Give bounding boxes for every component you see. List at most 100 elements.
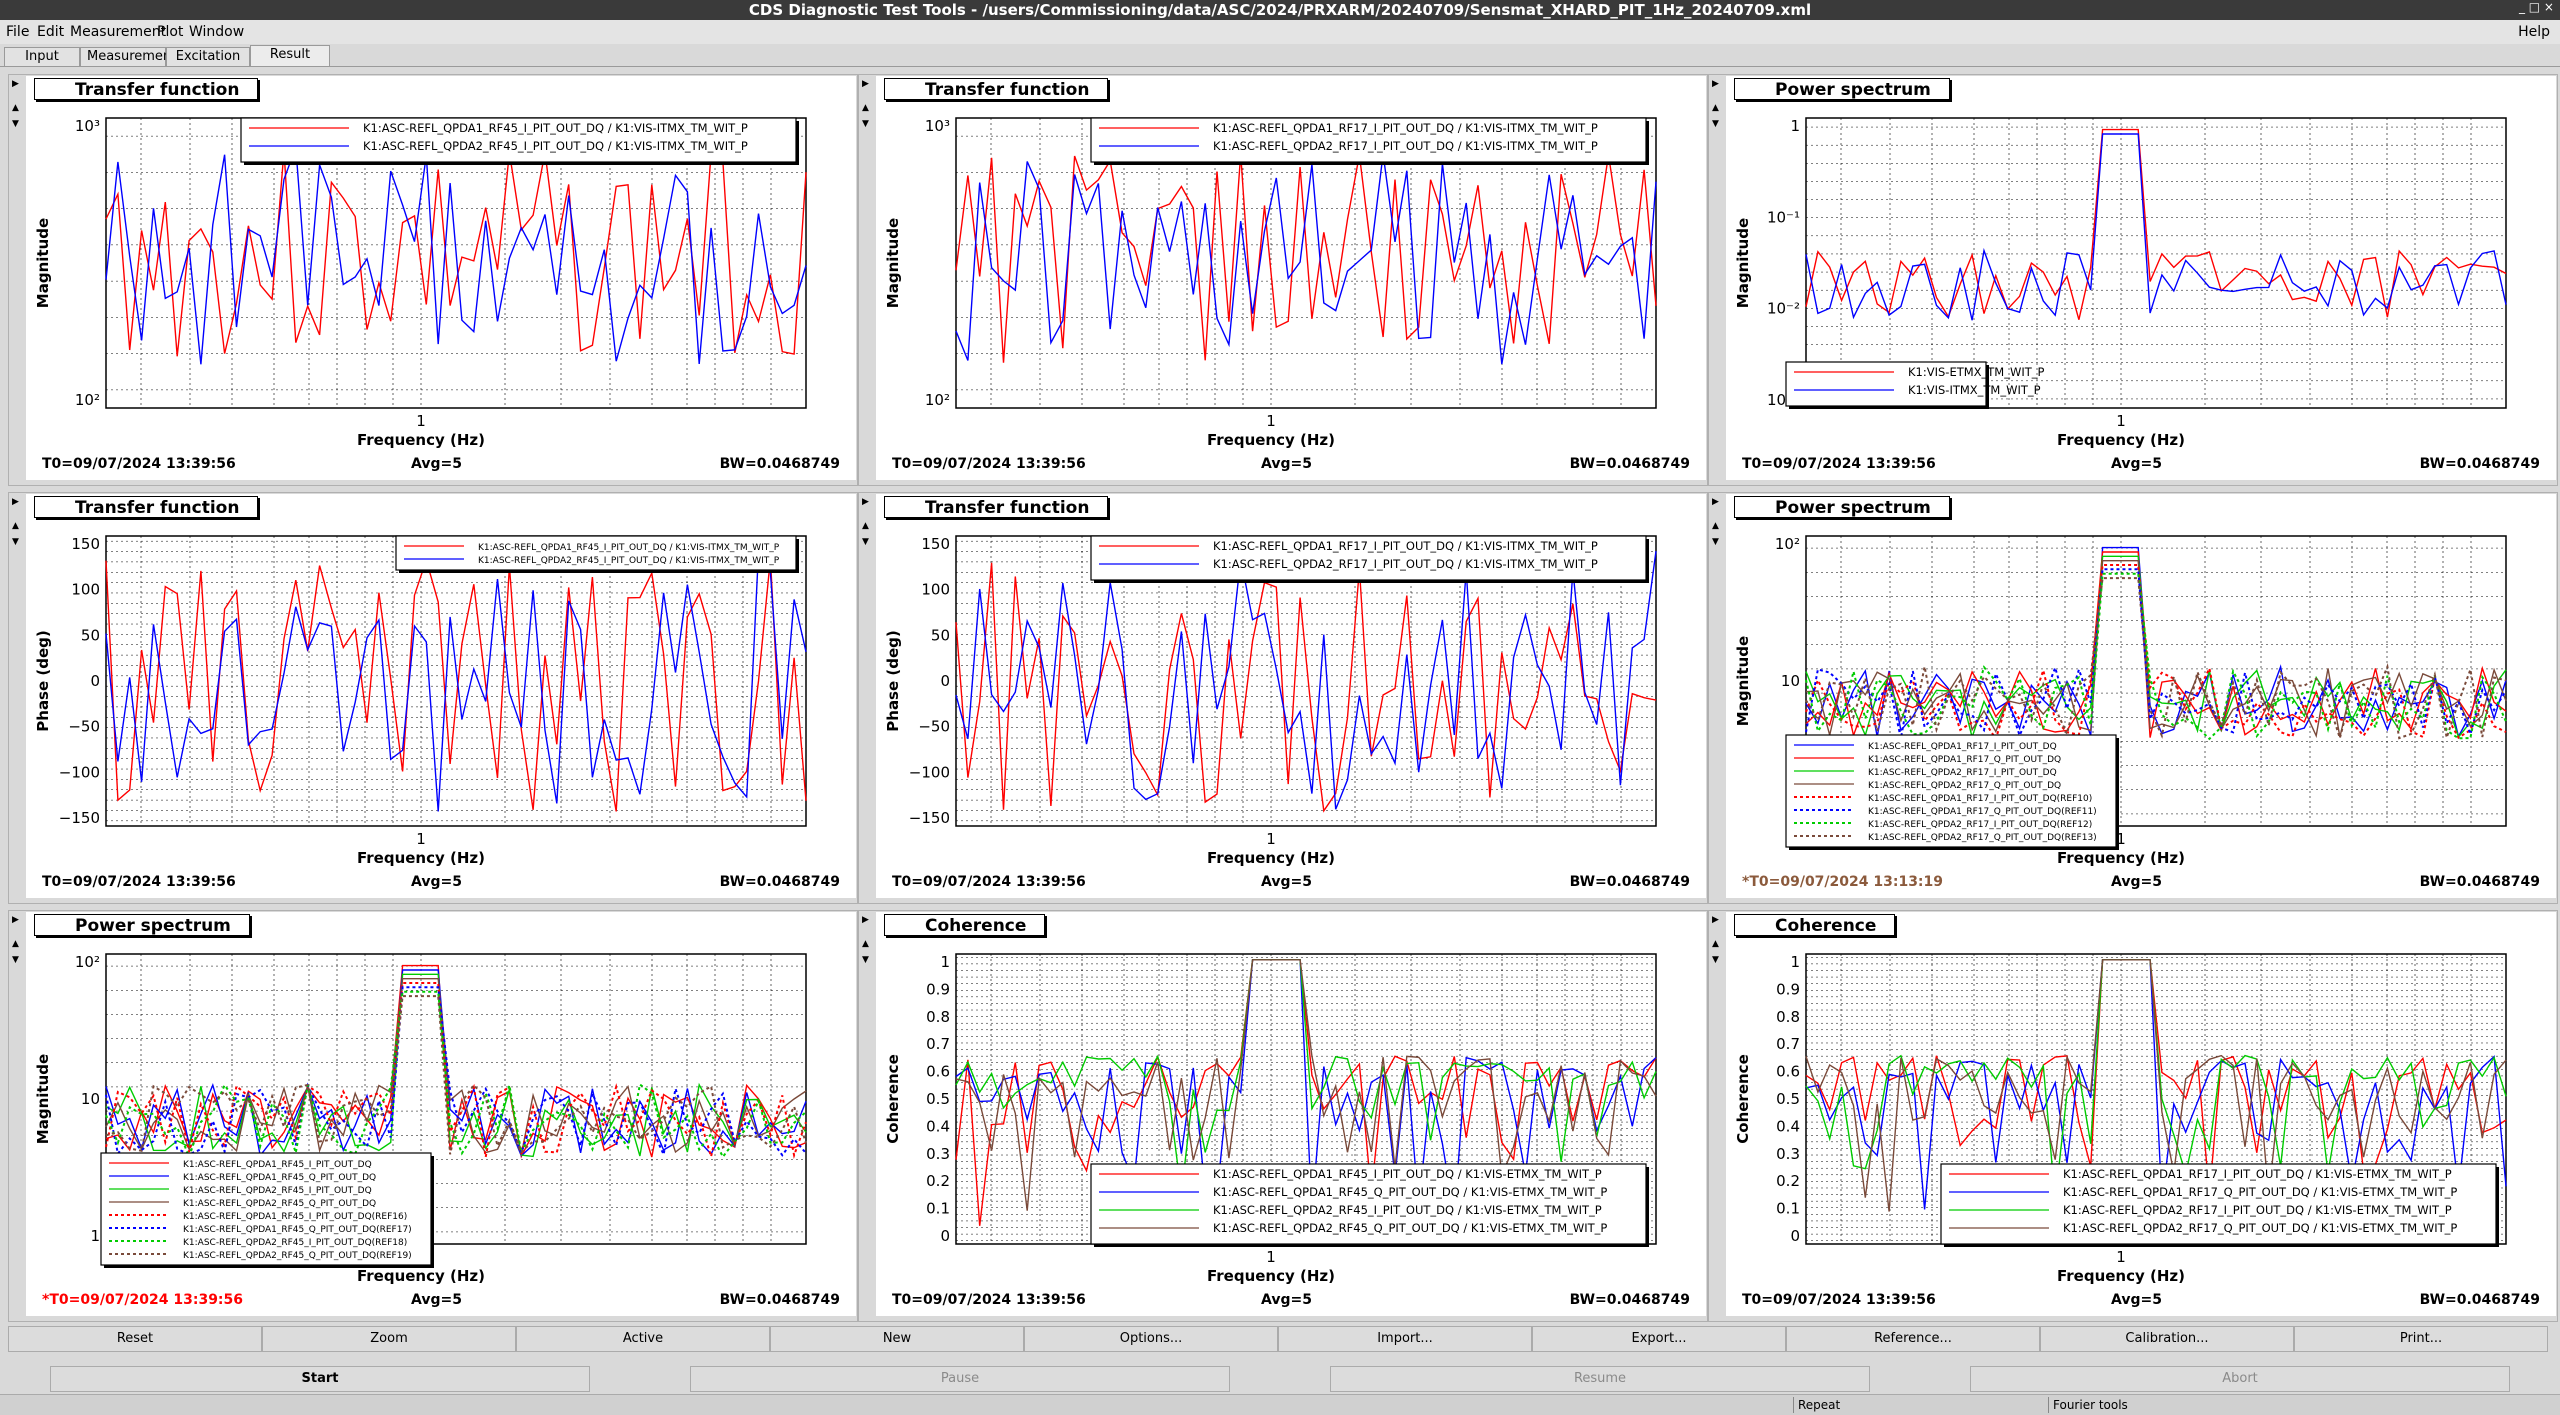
pause-button[interactable]: Pause xyxy=(690,1366,1230,1392)
tab-bar: Input Measurement Excitation Result xyxy=(0,45,2560,67)
y-tick-label: 10² xyxy=(75,953,100,971)
tab-input[interactable]: Input xyxy=(4,47,80,67)
plot-panel-5[interactable]: Transfer function 150 100 50 0 −50 −100 −150 1 Fr… xyxy=(876,494,1706,898)
legend-label: K1:ASC-REFL_QPDA2_RF17_I_PIT_OUT_DQ / K1… xyxy=(2063,1203,2452,1217)
plot-svg: 10²1011Frequency (Hz)MagnitudeK1:ASC-REF… xyxy=(1734,535,2507,867)
scroll-up-arrow[interactable]: ▲ xyxy=(12,522,19,531)
legend-shadow xyxy=(1789,847,2119,850)
plot-panel-4[interactable]: Transfer function 150 100 50 0 −50 −100 −150 1 Fr… xyxy=(26,494,856,898)
y-tick-label: 10³ xyxy=(925,117,950,135)
plot-panel-6[interactable]: Power spectrum10²1011Frequency (Hz)Magni… xyxy=(1726,494,2556,898)
bandwidth-value: BW=0.0468749 xyxy=(2419,874,2540,890)
panel-expand-arrow[interactable]: ▶ xyxy=(12,498,19,507)
menu-help[interactable]: Help xyxy=(2518,24,2550,40)
x-tick-label: 1 xyxy=(416,412,426,430)
scroll-up-arrow[interactable]: ▲ xyxy=(12,104,19,113)
scroll-up-arrow[interactable]: ▲ xyxy=(862,104,869,113)
export-button[interactable]: Export... xyxy=(1532,1326,1786,1352)
t0-timestamp: T0=09/07/2024 13:39:56 xyxy=(1742,456,1936,472)
x-axis-label: Frequency (Hz) xyxy=(1207,431,1335,449)
menu-measurement[interactable]: Measurement xyxy=(70,24,166,40)
reference-button[interactable]: Reference... xyxy=(1786,1326,2040,1352)
y-tick-label: 50 xyxy=(81,626,100,644)
panel-expand-arrow[interactable]: ▶ xyxy=(1712,80,1719,89)
scroll-down-arrow[interactable]: ▼ xyxy=(862,120,869,129)
legend-shadow xyxy=(1646,1167,1649,1247)
x-axis-label: Frequency (Hz) xyxy=(2057,431,2185,449)
scroll-down-arrow[interactable]: ▼ xyxy=(12,956,19,965)
scroll-down-arrow[interactable]: ▼ xyxy=(12,538,19,547)
legend-label: K1:ASC-REFL_QPDA1_RF45_I_PIT_OUT_DQ xyxy=(183,1160,372,1170)
import-button[interactable]: Import... xyxy=(1278,1326,1532,1352)
window-controls[interactable]: _ □ × xyxy=(2519,0,2554,14)
plot-svg: 150 100 50 0 −50 −100 −150 1Frequency (Hz) Phase… xyxy=(884,535,1657,867)
y-tick-label: 100 xyxy=(71,581,100,599)
legend-label: K1:ASC-REFL_QPDA2_RF45_I_PIT_OUT_DQ(REF1… xyxy=(183,1238,407,1248)
plot-svg: 10²1011Frequency (Hz)MagnitudeK1:ASC-REF… xyxy=(34,953,807,1285)
t0-timestamp: T0=09/07/2024 13:39:56 xyxy=(1742,1292,1936,1308)
panel-expand-arrow[interactable]: ▶ xyxy=(862,916,869,925)
scroll-up-arrow[interactable]: ▲ xyxy=(1712,104,1719,113)
scroll-down-arrow[interactable]: ▼ xyxy=(862,538,869,547)
resume-button[interactable]: Resume xyxy=(1330,1366,1870,1392)
panel-expand-arrow[interactable]: ▶ xyxy=(862,498,869,507)
y-tick-label: 0.2 xyxy=(926,1172,950,1190)
legend-shadow xyxy=(1646,121,1649,165)
legend-shadow xyxy=(244,162,799,165)
menu-edit[interactable]: Edit xyxy=(37,24,64,40)
legend-label: K1:ASC-REFL_QPDA1_RF17_I_PIT_OUT_DQ / K1… xyxy=(1213,539,1598,553)
tab-excitation[interactable]: Excitation xyxy=(166,47,250,67)
zoom-button[interactable]: Zoom xyxy=(262,1326,516,1352)
plot-svg: 110⁻¹10⁻²10⁻³1Frequency (Hz)MagnitudeK1:… xyxy=(1734,117,2507,449)
panel-expand-arrow[interactable]: ▶ xyxy=(862,80,869,89)
legend-label: K1:ASC-REFL_QPDA1_RF45_I_PIT_OUT_DQ / K1… xyxy=(363,121,748,135)
abort-button[interactable]: Abort xyxy=(1970,1366,2510,1392)
tab-result[interactable]: Result xyxy=(250,45,330,67)
legend-label: K1:ASC-REFL_QPDA1_RF17_I_PIT_OUT_DQ / K1… xyxy=(2063,1167,2452,1181)
plot-panel-1[interactable]: Transfer function 10³ 10² 1 Frequency (Hz) Ma… xyxy=(26,76,856,480)
x-axis-label: Frequency (Hz) xyxy=(357,431,485,449)
plot-panel-7[interactable]: Power spectrum10²1011Frequency (Hz)Magni… xyxy=(26,912,856,1316)
scroll-up-arrow[interactable]: ▲ xyxy=(862,522,869,531)
options-button[interactable]: Options... xyxy=(1024,1326,1278,1352)
active-button[interactable]: Active xyxy=(516,1326,770,1352)
plot-panel-2[interactable]: Transfer function 10³ 10² 1 Frequency (Hz) Ma… xyxy=(876,76,1706,480)
new-button[interactable]: New xyxy=(770,1326,1024,1352)
scroll-up-arrow[interactable]: ▲ xyxy=(1712,940,1719,949)
y-tick-label: −150 xyxy=(909,809,950,827)
scroll-down-arrow[interactable]: ▼ xyxy=(862,956,869,965)
print-button[interactable]: Print... xyxy=(2294,1326,2548,1352)
legend-label: K1:ASC-REFL_QPDA2_RF45_Q_PIT_OUT_DQ / K1… xyxy=(1213,1221,1607,1235)
scroll-down-arrow[interactable]: ▼ xyxy=(1712,956,1719,965)
bandwidth-value: BW=0.0468749 xyxy=(2419,1292,2540,1308)
y-tick-label: 0.7 xyxy=(926,1035,950,1053)
plot-panel-8[interactable]: Coherence 1 0.9 0.8 0.7 0.6 0.5 0.4 0.3 0.2 0.1 0 1 F… xyxy=(876,912,1706,1316)
menu-window[interactable]: Window xyxy=(189,24,244,40)
scroll-up-arrow[interactable]: ▲ xyxy=(862,940,869,949)
scroll-up-arrow[interactable]: ▲ xyxy=(1712,522,1719,531)
panel-expand-arrow[interactable]: ▶ xyxy=(1712,916,1719,925)
x-tick-label: 1 xyxy=(1266,830,1276,848)
y-tick-label: 0.4 xyxy=(926,1117,950,1135)
panel-expand-arrow[interactable]: ▶ xyxy=(12,916,19,925)
y-tick-label: 100 xyxy=(921,581,950,599)
plot-panel-3[interactable]: Power spectrum 1 10⁻¹ 10⁻² 10⁻³ 1 Frequency (H… xyxy=(1726,76,2556,480)
tab-measurement[interactable]: Measurement xyxy=(80,47,176,67)
y-tick-label: 1 xyxy=(90,1227,100,1245)
y-tick-label: 0.6 xyxy=(1776,1063,1800,1081)
reset-button[interactable]: Reset xyxy=(8,1326,262,1352)
panel-expand-arrow[interactable]: ▶ xyxy=(12,80,19,89)
start-button[interactable]: Start xyxy=(50,1366,590,1392)
scroll-down-arrow[interactable]: ▼ xyxy=(1712,538,1719,547)
scroll-down-arrow[interactable]: ▼ xyxy=(1712,120,1719,129)
panel-expand-arrow[interactable]: ▶ xyxy=(1712,498,1719,507)
menu-plot[interactable]: Plot xyxy=(157,24,183,40)
scroll-down-arrow[interactable]: ▼ xyxy=(12,120,19,129)
scroll-up-arrow[interactable]: ▲ xyxy=(12,940,19,949)
menu-file[interactable]: File xyxy=(6,24,29,40)
y-tick-label: 150 xyxy=(921,535,950,553)
x-tick-label: 1 xyxy=(2116,412,2126,430)
plot-panel-9[interactable]: Coherence 1 0.9 0.8 0.7 0.6 0.5 0.4 0.3 0.2 0.1 0 1 F… xyxy=(1726,912,2556,1316)
legend-shadow xyxy=(1094,580,1649,583)
calibration-button[interactable]: Calibration... xyxy=(2040,1326,2294,1352)
